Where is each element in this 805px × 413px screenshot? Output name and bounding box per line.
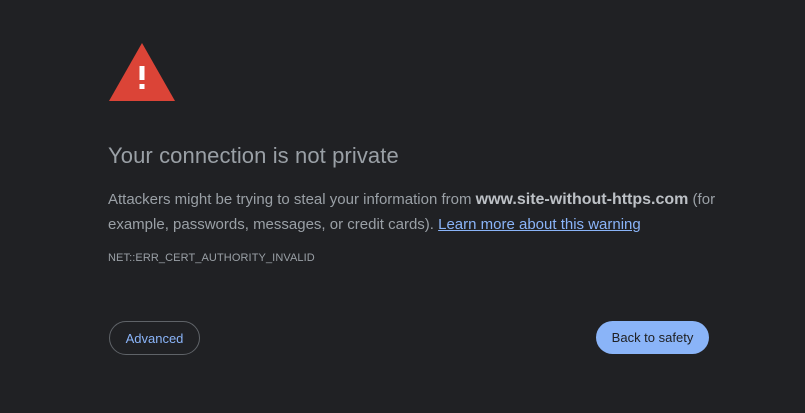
description-prefix: Attackers might be trying to steal your … (108, 191, 476, 208)
site-domain: www.site-without-https.com (475, 191, 689, 208)
advanced-button[interactable]: Advanced (109, 321, 200, 355)
page-title: Your connection is not private (108, 143, 399, 168)
warning-description: Attackers might be trying to steal your … (108, 187, 728, 237)
interstitial-page: Your connection is not private Attackers… (0, 0, 805, 413)
learn-more-link[interactable]: Learn more about this warning (438, 216, 641, 233)
back-to-safety-button[interactable]: Back to safety (596, 321, 709, 354)
warning-triangle-icon (109, 43, 175, 101)
error-code: NET::ERR_CERT_AUTHORITY_INVALID (108, 252, 315, 264)
